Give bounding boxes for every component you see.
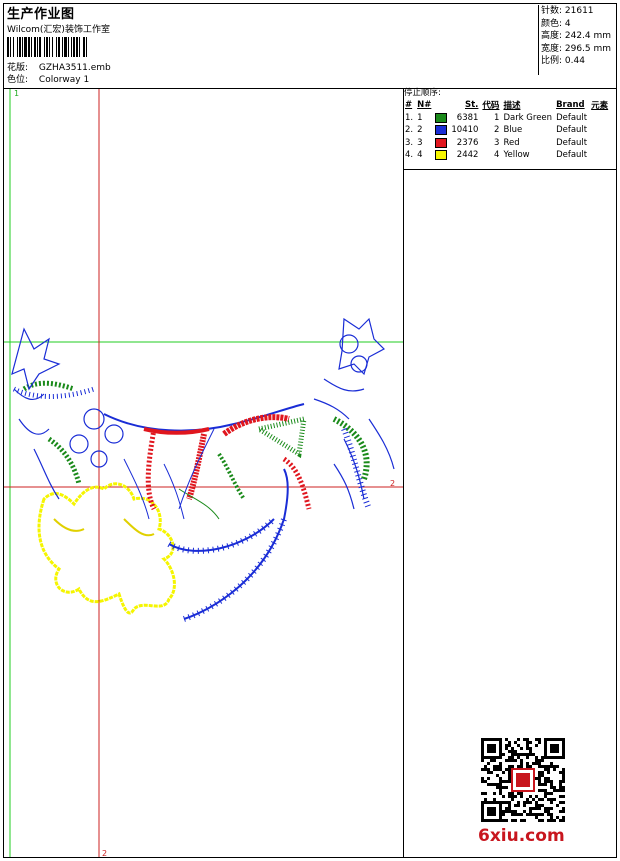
row-desc: Dark Green	[503, 112, 553, 123]
company-name: Wilcom(汇宏)装饰工作室	[7, 25, 110, 35]
colorway-row: 色位: Colorway 1	[7, 75, 89, 86]
row-n: 1	[417, 112, 423, 123]
marker-2-right: 2	[390, 479, 395, 488]
row-stitches: 10410	[451, 125, 479, 136]
color-count: 颜色: 4	[541, 18, 571, 29]
row-code: 2	[494, 125, 500, 136]
barcode	[7, 37, 152, 57]
row-desc: Yellow	[503, 150, 530, 161]
stop-sequence-panel: 停止顺序: # N# St. 代码 描述 Brand 元素 1. 1 6381 …	[403, 88, 617, 170]
row-desc: Red	[503, 137, 520, 148]
design-label: 花版:	[7, 63, 29, 73]
red-swirl	[222, 414, 290, 437]
design-file: GZHA3511.emb	[38, 63, 111, 73]
row-stitches: 2376	[456, 137, 479, 148]
row-num: 2.	[405, 125, 414, 136]
row-code: 4	[494, 150, 500, 161]
col-stitches: St.	[465, 100, 479, 111]
embroidery-design: 1 2 2	[4, 89, 403, 858]
embroidery-canvas: 1 2 2	[4, 89, 403, 858]
colorway-value: Colorway 1	[38, 75, 90, 85]
table-row: 4. 4 2442 4 Yellow Default	[403, 149, 610, 162]
stop-sequence-title: 停止顺序:	[404, 88, 441, 98]
color-table: # N# St. 代码 描述 Brand 元素 1. 1 6381 1 Dark…	[403, 99, 610, 162]
design-row: 花版: GZHA3511.emb	[7, 63, 111, 74]
design-width: 宽度: 296.5 mm	[541, 43, 612, 54]
row-stitches: 6381	[456, 112, 479, 123]
row-brand: Default	[556, 125, 588, 136]
green-fan	[252, 415, 307, 459]
blue-flower-right-cluster	[313, 317, 395, 510]
design-height: 高度: 242.4 mm	[541, 31, 612, 41]
color-swatch	[435, 125, 448, 135]
blue-arc-small	[168, 518, 275, 552]
table-row: 3. 3 2376 3 Red Default	[403, 137, 610, 150]
col-swatch	[433, 99, 449, 112]
row-n: 4	[417, 150, 423, 161]
marker-1-top: 1	[14, 89, 19, 98]
marker-2-bottom: 2	[102, 849, 107, 857]
blue-stems	[123, 428, 215, 520]
row-brand: Default	[556, 150, 588, 161]
colorway-label: 色位:	[7, 75, 29, 85]
color-swatch	[435, 137, 448, 148]
row-code: 1	[494, 112, 500, 123]
table-header-row: # N# St. 代码 描述 Brand 元素	[403, 99, 610, 112]
qr-code	[481, 738, 565, 822]
watermark: 6xiu.com	[478, 826, 565, 846]
row-n: 2	[417, 125, 423, 136]
yellow-flower	[37, 482, 176, 615]
row-n: 3	[417, 137, 423, 148]
red-feather-center	[186, 433, 207, 500]
row-num: 1.	[405, 112, 414, 123]
row-num: 3.	[405, 137, 414, 148]
row-brand: Default	[556, 137, 588, 148]
row-num: 4.	[405, 150, 414, 161]
row-brand: Default	[556, 112, 588, 123]
table-row: 1. 1 6381 1 Dark Green Default	[403, 112, 610, 125]
red-feather-left	[145, 428, 157, 511]
color-swatch	[435, 150, 448, 160]
row-code: 3	[494, 137, 500, 148]
col-desc: 描述	[503, 101, 521, 112]
row-desc: Blue	[503, 125, 523, 136]
page-title: 生产作业图	[7, 7, 75, 22]
col-brand: Brand	[556, 100, 585, 111]
row-stitches: 2442	[456, 150, 479, 161]
blue-flower-left-cluster	[11, 327, 124, 500]
col-n: N#	[417, 100, 432, 111]
stats-panel: 针数: 21611 颜色: 4 高度: 242.4 mm 宽度: 296.5 m…	[538, 5, 617, 75]
stitch-count: 针数: 21611	[541, 6, 594, 16]
panel-divider	[403, 88, 404, 858]
col-code: 代码	[482, 101, 500, 112]
color-swatch	[435, 112, 448, 123]
col-element: 元素	[591, 101, 609, 112]
qr-code-image	[481, 738, 565, 822]
col-num: #	[405, 100, 413, 111]
design-scale: 比例: 0.44	[541, 56, 585, 66]
table-row: 2. 2 10410 2 Blue Default	[403, 124, 610, 137]
